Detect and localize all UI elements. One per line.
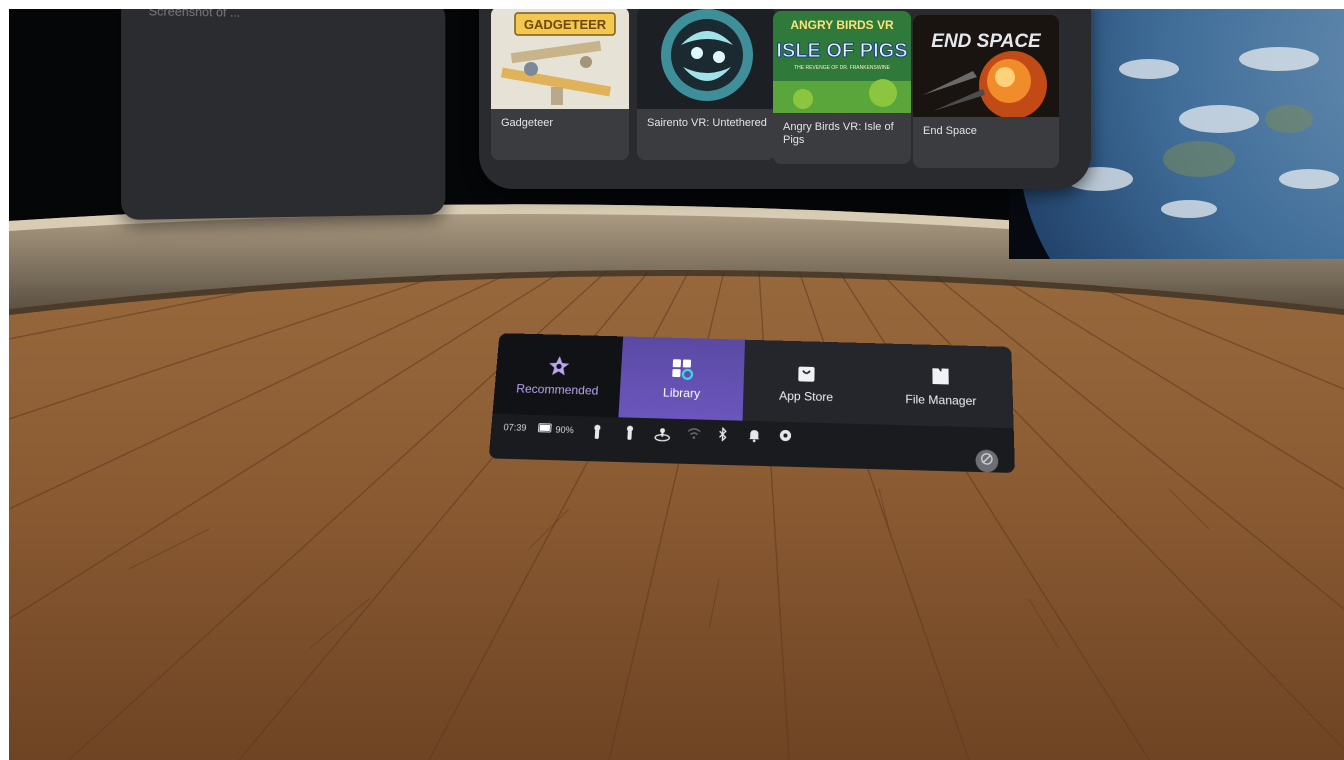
battery-status[interactable]: 90% xyxy=(538,423,574,435)
app-title: End Space xyxy=(923,125,1043,138)
angry-birds-art-line1: ANGRY BIRDS VR xyxy=(790,18,894,32)
shopping-bag-icon xyxy=(795,360,818,386)
settings-icon[interactable] xyxy=(779,429,793,448)
app-title: Sairento VR: Untethered xyxy=(647,117,767,130)
wifi-icon[interactable] xyxy=(686,426,701,445)
clock: 07:39 xyxy=(503,422,527,433)
tab-library[interactable]: Library xyxy=(618,336,745,420)
battery-icon xyxy=(538,423,553,434)
tab-recommended[interactable]: Recommended xyxy=(492,333,623,417)
angry-birds-cover-art: ANGRY BIRDS VR ISLE OF PIGS THE REVENGE … xyxy=(773,11,911,113)
controller-right-icon[interactable] xyxy=(623,424,636,446)
left-panel-caption: Screenshot of ... xyxy=(149,9,241,20)
app-card-sairento[interactable]: Sairento VR: Untethered xyxy=(637,9,775,160)
star-icon xyxy=(547,353,571,379)
bluetooth-icon[interactable] xyxy=(717,427,728,447)
power-icon xyxy=(979,451,994,471)
battery-percent: 90% xyxy=(555,424,574,435)
app-title: Angry Birds VR: Isle of Pigs xyxy=(783,121,903,147)
tab-label: App Store xyxy=(779,389,833,404)
universal-menu-bar: Recommended Library App Store File Manag… xyxy=(488,333,1015,481)
app-card-angry-birds[interactable]: ANGRY BIRDS VR ISLE OF PIGS THE REVENGE … xyxy=(773,11,911,164)
end-space-cover-art: END SPACE xyxy=(913,15,1059,117)
sairento-cover-art xyxy=(637,9,775,109)
grid-icon xyxy=(669,356,696,382)
tab-file-manager[interactable]: File Manager xyxy=(869,343,1014,428)
boundary-icon[interactable] xyxy=(654,425,671,447)
tab-label: Library xyxy=(663,386,701,401)
folder-icon xyxy=(929,363,952,389)
app-card-end-space[interactable]: END SPACE End Space xyxy=(913,15,1059,168)
bell-icon[interactable] xyxy=(748,428,761,448)
tab-label: Recommended xyxy=(516,382,599,398)
library-shelf: GADGETEER Gadgeteer Sairento VR: Untethe… xyxy=(479,9,1091,189)
gadgeteer-art-text: GADGETEER xyxy=(524,17,607,32)
app-title: Gadgeteer xyxy=(501,117,621,130)
angry-birds-art-line3: THE REVENGE OF DR. FRANKENSWINE xyxy=(794,65,891,71)
controller-left-icon[interactable] xyxy=(590,424,604,446)
nav-tabs: Recommended Library App Store File Manag… xyxy=(492,333,1013,428)
app-card-gadgeteer[interactable]: GADGETEER Gadgeteer xyxy=(491,9,629,160)
angry-birds-art-line2: ISLE OF PIGS xyxy=(776,40,907,62)
left-panel: Screenshot of ... xyxy=(121,9,445,220)
tab-label: File Manager xyxy=(905,392,976,408)
power-button[interactable] xyxy=(975,449,998,472)
gadgeteer-cover-art: GADGETEER xyxy=(491,9,629,109)
tab-app-store[interactable]: App Store xyxy=(742,340,869,424)
end-space-art-text: END SPACE xyxy=(931,31,1042,52)
vr-home-scene: Screenshot of ... GADGETEER Gadgeteer Sa… xyxy=(9,9,1344,760)
